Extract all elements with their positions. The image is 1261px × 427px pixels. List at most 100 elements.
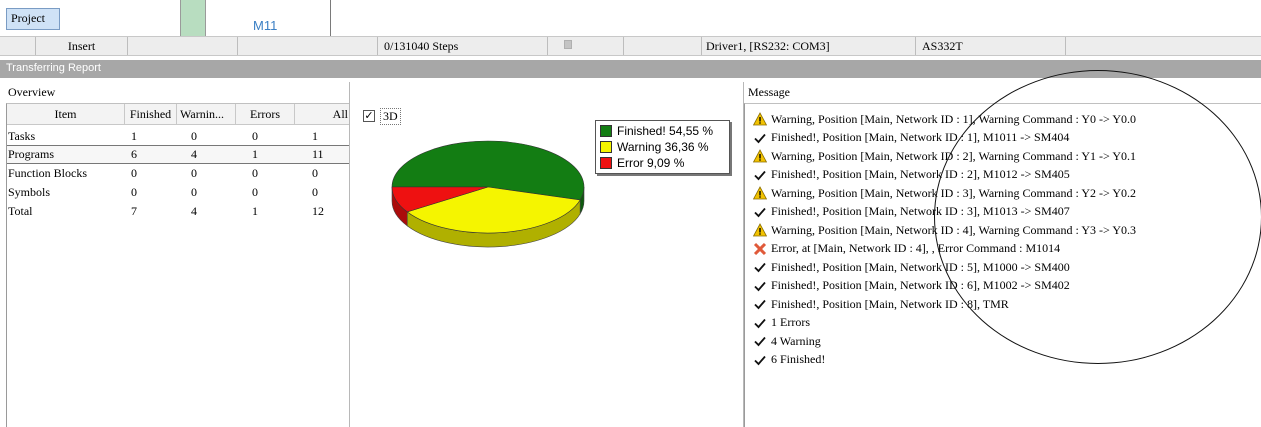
status-cell-blank <box>128 37 238 55</box>
message-text: Finished!, Position [Main, Network ID : … <box>771 278 1070 292</box>
driver-info: Driver1, [RS232: COM3] <box>702 37 916 55</box>
overview-panel: Overview Item Finished Warnin... Errors … <box>6 82 350 427</box>
message-text: Finished!, Position [Main, Network ID : … <box>771 204 1070 218</box>
overview-table: Item Finished Warnin... Errors All Tasks… <box>6 103 350 427</box>
column-header-warning[interactable]: Warnin... <box>177 104 236 124</box>
cell-warning: 0 <box>191 166 197 180</box>
column-header-finished[interactable]: Finished <box>125 104 177 124</box>
message-text: Finished!, Position [Main, Network ID : … <box>771 130 1070 144</box>
plc-model: AS332T <box>916 37 1066 55</box>
message-item[interactable]: Warning, Position [Main, Network ID : 2]… <box>753 147 1136 165</box>
cell-finished: 0 <box>131 185 137 199</box>
message-text: 1 Errors <box>771 315 810 329</box>
message-item[interactable]: Finished!, Position [Main, Network ID : … <box>753 203 1070 221</box>
message-title: Message <box>748 85 790 99</box>
table-row[interactable]: Function Blocks 0 0 0 0 <box>7 164 350 183</box>
status-cell-blank <box>0 37 36 55</box>
3d-checkbox[interactable]: ✓ <box>363 110 375 122</box>
table-row[interactable]: Tasks 1 0 0 1 <box>7 127 350 146</box>
cell-warning: 4 <box>191 204 197 218</box>
error-icon <box>753 242 767 256</box>
legend-item-error: Error 9,09 % <box>600 155 725 171</box>
message-text: Finished!, Position [Main, Network ID : … <box>771 259 1070 274</box>
panel-divider[interactable] <box>349 82 350 427</box>
cell-item: Total <box>8 204 33 218</box>
legend-label-error: Error 9,09 % <box>617 156 685 170</box>
warning-icon <box>753 223 767 237</box>
cell-item: Symbols <box>8 185 51 199</box>
message-item[interactable]: Finished!, Position [Main, Network ID : … <box>753 258 1070 276</box>
message-item[interactable]: Error, at [Main, Network ID : 4], , Erro… <box>753 240 1060 258</box>
cell-warning: 0 <box>191 185 197 199</box>
cell-errors: 0 <box>252 166 258 180</box>
message-item[interactable]: Finished!, Position [Main, Network ID : … <box>753 277 1070 295</box>
cell-warning: 4 <box>191 147 197 161</box>
message-text: Warning, Position [Main, Network ID : 1]… <box>771 111 1137 126</box>
check-icon <box>753 297 767 311</box>
message-item[interactable]: 6 Finished! <box>753 351 825 369</box>
message-text: Warning, Position [Main, Network ID : 3]… <box>771 185 1137 200</box>
warning-icon <box>753 186 767 200</box>
check-icon <box>753 353 767 367</box>
cell-errors: 1 <box>252 147 258 161</box>
legend-label-warning: Warning 36,36 % <box>617 140 709 154</box>
message-item[interactable]: Finished!, Position [Main, Network ID : … <box>753 295 1009 313</box>
message-text: Warning, Position [Main, Network ID : 4]… <box>771 222 1137 237</box>
message-item[interactable]: Warning, Position [Main, Network ID : 3]… <box>753 184 1136 202</box>
check-icon <box>753 131 767 145</box>
message-item[interactable]: Warning, Position [Main, Network ID : 1]… <box>753 110 1136 128</box>
legend-item-finished: Finished! 54,55 % <box>600 123 725 139</box>
column-header-item[interactable]: Item <box>7 104 125 124</box>
cell-errors: 1 <box>252 204 258 218</box>
steps-counter: 0/131040 Steps <box>378 37 548 55</box>
cell-finished: 7 <box>131 204 137 218</box>
message-item[interactable]: 1 Errors <box>753 314 810 332</box>
message-item[interactable]: 4 Warning <box>753 332 821 350</box>
report-title-bar: Transferring Report <box>0 60 1261 78</box>
cell-errors: 0 <box>252 185 258 199</box>
message-list[interactable]: Warning, Position [Main, Network ID : 1]… <box>744 103 1261 427</box>
status-cell-blank <box>238 37 378 55</box>
insert-mode-indicator[interactable]: Insert <box>36 37 128 55</box>
cell-all: 12 <box>312 204 324 218</box>
table-row[interactable]: Total 7 4 1 12 <box>7 202 350 221</box>
cell-warning: 0 <box>191 129 197 143</box>
cell-all: 0 <box>312 185 318 199</box>
table-row[interactable]: Programs 6 4 1 11 <box>7 145 350 164</box>
message-text: 4 Warning <box>771 333 821 348</box>
check-icon <box>753 279 767 293</box>
warning-icon <box>753 112 767 126</box>
message-text: Warning, Position [Main, Network ID : 2]… <box>771 148 1137 163</box>
cell-item: Programs <box>8 147 54 161</box>
column-header-all[interactable]: All <box>295 104 350 124</box>
status-cell-indicator <box>548 37 624 55</box>
table-row[interactable]: Symbols 0 0 0 0 <box>7 183 350 202</box>
legend-item-warning: Warning 36,36 % <box>600 139 725 155</box>
tab-separator <box>330 0 331 36</box>
cell-finished: 0 <box>131 166 137 180</box>
overview-table-header: Item Finished Warnin... Errors All <box>7 104 350 125</box>
chart-legend: Finished! 54,55 % Warning 36,36 % Error … <box>595 120 730 174</box>
cell-errors: 0 <box>252 129 258 143</box>
column-header-errors[interactable]: Errors <box>236 104 295 124</box>
tab-green-marker[interactable] <box>180 0 206 36</box>
legend-swatch-finished <box>600 125 612 137</box>
cell-all: 0 <box>312 166 318 180</box>
message-item[interactable]: Finished!, Position [Main, Network ID : … <box>753 166 1070 184</box>
cell-item: Tasks <box>8 129 36 143</box>
tab-m11[interactable]: M11 <box>253 18 277 33</box>
message-item[interactable]: Finished!, Position [Main, Network ID : … <box>753 129 1069 147</box>
check-icon <box>753 334 767 348</box>
checkmark-icon: ✓ <box>364 110 374 122</box>
project-button[interactable]: Project <box>6 8 60 30</box>
status-bar: Insert 0/131040 Steps Driver1, [RS232: C… <box>0 36 1261 56</box>
check-icon <box>753 205 767 219</box>
legend-swatch-error <box>600 157 612 169</box>
message-text: Finished!, Position [Main, Network ID : … <box>771 296 1009 311</box>
message-item[interactable]: Warning, Position [Main, Network ID : 4]… <box>753 221 1136 239</box>
warning-icon <box>753 149 767 163</box>
check-icon <box>753 260 767 274</box>
status-cell-blank <box>624 37 702 55</box>
cell-item: Function Blocks <box>8 166 88 180</box>
cell-all: 1 <box>312 129 318 143</box>
